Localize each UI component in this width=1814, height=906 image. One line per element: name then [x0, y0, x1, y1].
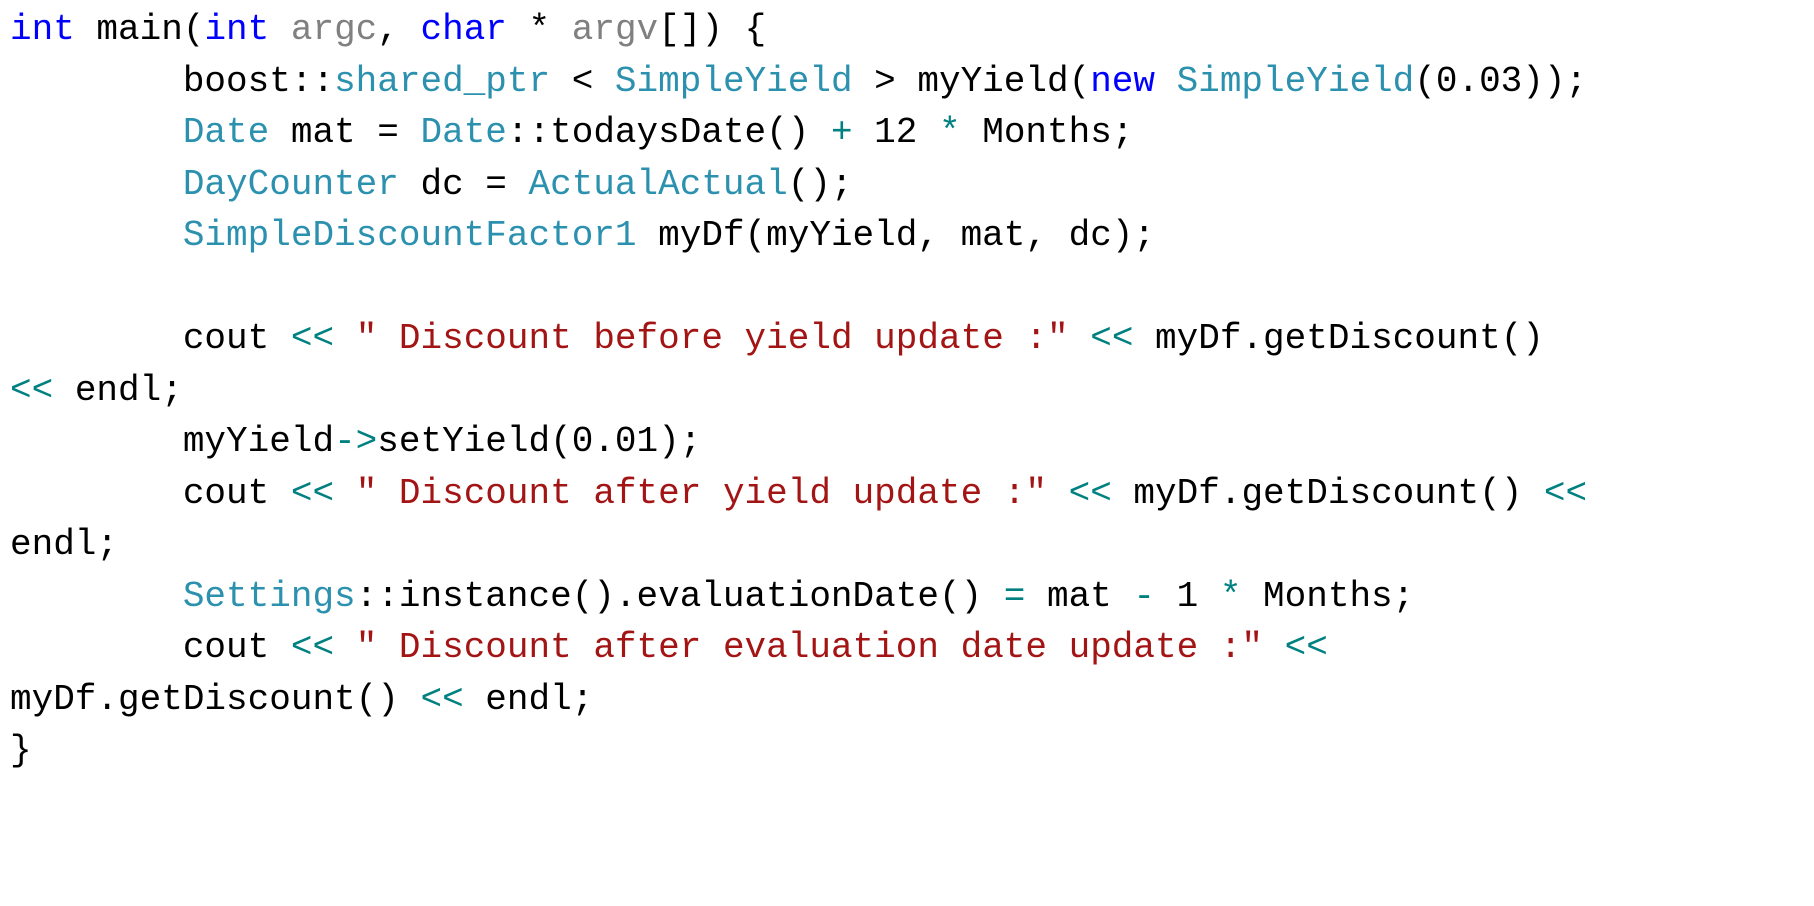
code-token-type: SimpleYield — [614, 60, 853, 102]
code-line: myDf.getDiscount() << endl; — [10, 674, 1587, 726]
code-token-string: " Discount after evaluation date update … — [355, 627, 1264, 668]
code-token-plain: myDf(myYield, mat, dc); — [636, 215, 1155, 256]
code-token-plain: (0.03)); — [1414, 60, 1588, 102]
code-token-operator: = — [1003, 575, 1026, 617]
code-line: << endl; — [10, 365, 1587, 417]
code-token-plain: 12 — [852, 112, 939, 153]
code-token-keyword: int — [204, 9, 270, 50]
code-token-plain: * — [506, 9, 572, 50]
code-token-plain: Months; — [1241, 575, 1415, 617]
code-token-keyword: int — [10, 9, 75, 50]
code-token-plain: cout — [10, 472, 291, 514]
code-token-plain: boost:: — [10, 60, 335, 102]
code-token-plain: myDf.getDiscount() — [1111, 472, 1544, 514]
code-token-plain: cout — [10, 627, 291, 668]
code-token-type: SimpleDiscountFactor1 — [182, 215, 637, 256]
code-token-operator: -> — [334, 421, 378, 462]
code-token-type: Settings — [182, 575, 356, 617]
code-token-operator: - — [1133, 575, 1156, 617]
code-line: Date mat = Date::todaysDate() + 12 * Mon… — [10, 107, 1587, 159]
code-token-plain: ::todaysDate() — [506, 112, 831, 153]
code-token-operator: << — [290, 472, 335, 514]
code-line: } — [10, 725, 1587, 777]
code-line: DayCounter dc = ActualActual(); — [10, 159, 1587, 211]
code-token-plain: mat — [1025, 575, 1134, 617]
code-token-plain: myDf.getDiscount() — [1133, 318, 1544, 359]
code-token-plain: > myYield( — [852, 60, 1091, 102]
code-token-plain: Months; — [960, 112, 1134, 153]
code-token-keyword: new — [1090, 60, 1156, 102]
code-token-operator: << — [290, 627, 335, 668]
code-line: SimpleDiscountFactor1 myDf(myYield, mat,… — [10, 210, 1587, 262]
code-token-param: argc — [290, 9, 378, 50]
code-token-operator: << — [1284, 627, 1328, 668]
code-line: endl; — [10, 519, 1587, 571]
code-listing: int main(int argc, char * argv[]) { boos… — [10, 4, 1587, 777]
code-token-string: " Discount before yield update :" — [355, 318, 1069, 359]
code-token-operator: * — [1219, 575, 1242, 617]
code-token-plain: setYield(0.01); — [377, 421, 702, 462]
code-token-operator: << — [1068, 472, 1112, 514]
code-token-operator: << — [1090, 318, 1134, 359]
code-token-plain: endl; — [10, 524, 119, 565]
code-token-plain: cout — [10, 318, 291, 359]
code-line: boost::shared_ptr < SimpleYield > myYiel… — [10, 56, 1587, 108]
code-token-plain: } — [10, 730, 32, 771]
code-token-plain: myYield — [10, 421, 335, 462]
code-line: cout << " Discount after evaluation date… — [10, 622, 1587, 674]
code-token-string: " Discount after yield update :" — [355, 472, 1047, 514]
code-token-plain: < — [550, 60, 615, 102]
code-token-plain: , — [377, 9, 421, 50]
code-token-type: Date — [420, 112, 507, 153]
code-token-operator: + — [830, 112, 853, 153]
code-token-keyword: char — [420, 9, 507, 50]
code-token-plain: ::instance().evaluationDate() — [355, 575, 1004, 617]
code-token-operator: << — [290, 318, 335, 359]
code-token-plain: dc = — [398, 163, 529, 205]
code-line: Settings::instance().evaluationDate() = … — [10, 571, 1587, 623]
code-token-plain: mat = — [269, 112, 421, 153]
code-token-plain: []) { — [658, 9, 767, 50]
code-token-plain: endl; — [463, 678, 594, 720]
code-token-operator: << — [10, 369, 54, 411]
code-token-plain: main( — [74, 9, 205, 50]
code-line: myYield->setYield(0.01); — [10, 416, 1587, 468]
code-token-plain: myDf.getDiscount() — [10, 678, 421, 720]
code-token-type: Date — [182, 112, 270, 153]
code-token-type: shared_ptr — [334, 60, 551, 102]
code-token-plain: endl; — [53, 369, 183, 411]
code-token-type: SimpleYield — [1176, 60, 1415, 102]
code-line: int main(int argc, char * argv[]) { — [10, 4, 1587, 56]
code-token-plain: 1 — [1155, 575, 1220, 617]
code-token-operator: << — [420, 678, 464, 720]
code-line: cout << " Discount before yield update :… — [10, 313, 1587, 365]
code-token-param: argv — [571, 9, 659, 50]
code-token-type: ActualActual — [528, 163, 788, 205]
code-token-operator: << — [1543, 472, 1588, 514]
code-token-type: DayCounter — [182, 163, 399, 205]
code-token-plain: (); — [787, 163, 853, 205]
code-token-operator: * — [939, 112, 961, 153]
code-line: cout << " Discount after yield update :"… — [10, 468, 1587, 520]
